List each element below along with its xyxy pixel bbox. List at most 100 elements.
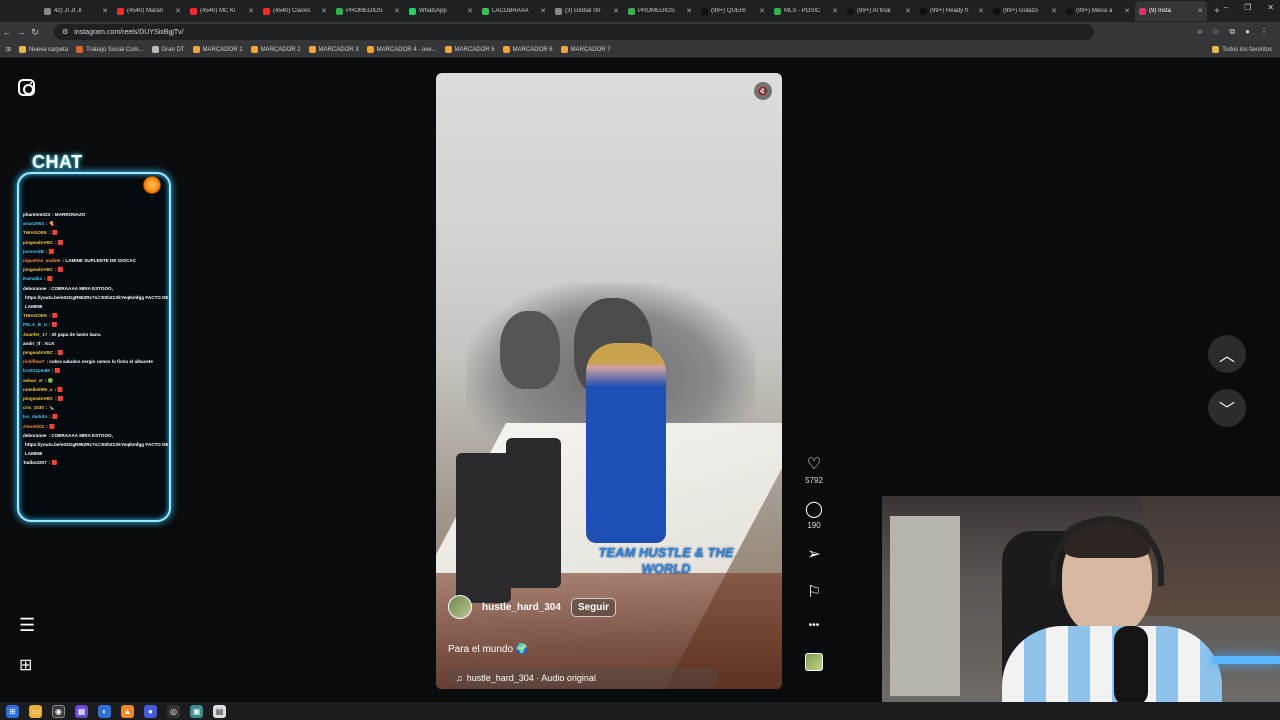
chat-message: cris_1030: 🔪 [23,403,169,412]
chat-username: richiflow7 [23,359,45,365]
browser-tab[interactable]: (9) Insta ✕ [1135,1,1207,21]
bookmark-icon[interactable]: ⚐ [807,582,821,602]
more-options-action[interactable]: ••• [809,620,820,631]
bookmark-star-icon[interactable]: ☆ [1212,27,1219,37]
browser-tab-bar: 42) JI JI JI ✕ (4540) Maran ✕ (4540) MC Ki ✕(… [0,0,1280,22]
tab-favicon-icon [701,7,708,15]
share-action[interactable]: ➢ [807,544,820,564]
media-app-icon[interactable]: ▲ [121,704,134,718]
audio-link[interactable]: ♫ hustle_hard_304 · Audio original [448,668,718,688]
browser-tab[interactable]: PROMEDIOS ✕ [624,1,696,21]
utility-app-icon[interactable]: ▣ [190,704,203,718]
profile-icon[interactable]: ● [1245,27,1250,37]
like-action[interactable]: ♡ 5792 [805,454,823,485]
browser-menu-icon[interactable]: ⋮ [1260,27,1268,37]
browser-tab[interactable]: (99+) Messi a ✕ [1062,1,1134,21]
heart-icon[interactable]: ♡ [807,454,821,474]
tab-close-icon[interactable]: ✕ [905,7,911,15]
site-info-icon[interactable]: ⚙ [62,28,68,36]
bookmark-item[interactable]: MARCADOR 5 [444,46,495,53]
more-apps-icon[interactable]: ⊞ [19,655,32,675]
tab-close-icon[interactable]: ✕ [175,7,181,15]
bookmark-list: Nueva carpeta Trabajo Social Com... Gran D… [19,46,611,53]
browser-tab[interactable]: (99+) Ready fr ✕ [916,1,988,21]
bookmark-item[interactable]: MARCADOR 6 [502,46,553,53]
browser-tab[interactable]: WhatsApp ✕ [405,1,477,21]
settings-app-icon[interactable]: ▤ [213,704,226,718]
tab-close-icon[interactable]: ✕ [686,7,692,15]
share-icon[interactable]: ➢ [807,544,820,564]
new-tab-button[interactable]: + [1214,6,1220,17]
tab-close-icon[interactable]: ✕ [102,7,108,15]
browser-tab[interactable]: (99+) Golazo ✕ [989,1,1061,21]
url-bar[interactable]: ⚙ instagram.com/reels/DUYSixBgjTv/ [54,24,1094,40]
bookmark-item[interactable]: Trabajo Social Com... [76,46,144,53]
browser-app-icon[interactable]: ◐ [98,704,111,718]
extensions-icon[interactable]: ⧉ [1229,27,1235,37]
reel-video[interactable]: 🔇 TEAM HUSTLE & THE WORLD hustle_hard_30… [436,73,782,689]
tab-close-icon[interactable]: ✕ [467,7,473,15]
tab-close-icon[interactable]: ✕ [978,7,984,15]
tab-close-icon[interactable]: ✕ [1197,7,1203,15]
bookmark-item[interactable]: MARCADOR 4 - ove... [366,46,437,53]
comment-action[interactable]: ◯ 190 [805,499,823,530]
bookmark-item[interactable]: Gran DT [151,46,185,53]
tab-close-icon[interactable]: ✕ [613,7,619,15]
bookmark-item[interactable]: MARCADOR 2 [250,46,301,53]
speaker-muted-icon[interactable]: 🔇 [754,82,772,100]
apps-grid-icon[interactable]: ⊞ [6,46,11,53]
save-action[interactable]: ⚐ [807,582,821,602]
tab-close-icon[interactable]: ✕ [248,7,254,15]
microphone [1114,626,1148,703]
browser-tab[interactable]: LACOBRAAA ✕ [478,1,550,21]
browser-tab[interactable]: MLS - POSIC ✕ [770,1,842,21]
previous-reel-button[interactable]: ︿ [1208,335,1246,373]
minimize-button[interactable]: – [1224,3,1228,12]
tab-close-icon[interactable]: ✕ [759,7,765,15]
comment-icon[interactable]: ◯ [805,499,823,519]
forward-icon[interactable]: → [14,27,28,37]
chrome-icon[interactable]: ◉ [52,704,65,718]
browser-tab[interactable]: (4540) Claves ✕ [259,1,331,21]
tab-close-icon[interactable]: ✕ [321,7,327,15]
follow-button[interactable]: Seguir [570,597,617,617]
obs-icon[interactable]: ● [144,704,157,718]
browser-tab[interactable]: 42) JI JI JI ✕ [40,1,112,21]
bookmark-item[interactable]: MARCADOR 1 [192,46,243,53]
browser-tab[interactable]: (99+) Al final ✕ [843,1,915,21]
bookmark-item[interactable]: MARCADOR 3 [308,46,359,53]
tab-close-icon[interactable]: ✕ [540,7,546,15]
start-menu-icon[interactable]: ⊞ [6,704,19,718]
bookmark-favicon-icon [444,46,452,53]
author-avatar[interactable] [448,595,472,619]
maximize-button[interactable]: ❐ [1244,3,1251,12]
app-grid-icon[interactable]: ▦ [75,704,88,718]
browser-tab[interactable]: (4540) MC Ki ✕ [186,1,258,21]
more-options-icon[interactable]: ••• [809,620,820,631]
browser-tab[interactable]: (4540) Maran ✕ [113,1,185,21]
chat-username: THIAGOEK [23,230,48,236]
tab-close-icon[interactable]: ✕ [1051,7,1057,15]
file-explorer-icon[interactable]: ▭ [29,704,42,718]
tab-close-icon[interactable]: ✕ [1124,7,1130,15]
next-reel-button[interactable]: ﹀ [1208,389,1246,427]
all-bookmarks-link[interactable]: Todos los favoritos [1212,46,1272,53]
tab-close-icon[interactable]: ✕ [832,7,838,15]
audio-thumbnail[interactable] [805,653,823,671]
close-window-button[interactable]: ✕ [1267,3,1274,12]
browser-tab[interactable]: (99+) QUERI ✕ [697,1,769,21]
recording-app-icon[interactable]: ◎ [167,704,180,718]
reload-icon[interactable]: ↻ [28,27,42,38]
browser-tab[interactable]: (3) Global Str ✕ [551,1,623,21]
bookmark-item[interactable]: Nueva carpeta [19,46,68,53]
zoom-icon[interactable]: ⌕ [1198,27,1202,37]
webcam-overlay [882,496,1280,703]
hamburger-menu-icon[interactable]: ☰ [19,615,35,636]
author-username[interactable]: hustle_hard_304 [482,602,561,613]
bookmark-item[interactable]: MARCADOR 7 [560,46,611,53]
browser-tab[interactable]: PROMEDIOS ✕ [332,1,404,21]
tab-close-icon[interactable]: ✕ [394,7,400,15]
back-icon[interactable]: ← [0,27,14,37]
instagram-logo-icon[interactable] [18,79,35,96]
chat-username: lss_darkito [23,414,48,420]
